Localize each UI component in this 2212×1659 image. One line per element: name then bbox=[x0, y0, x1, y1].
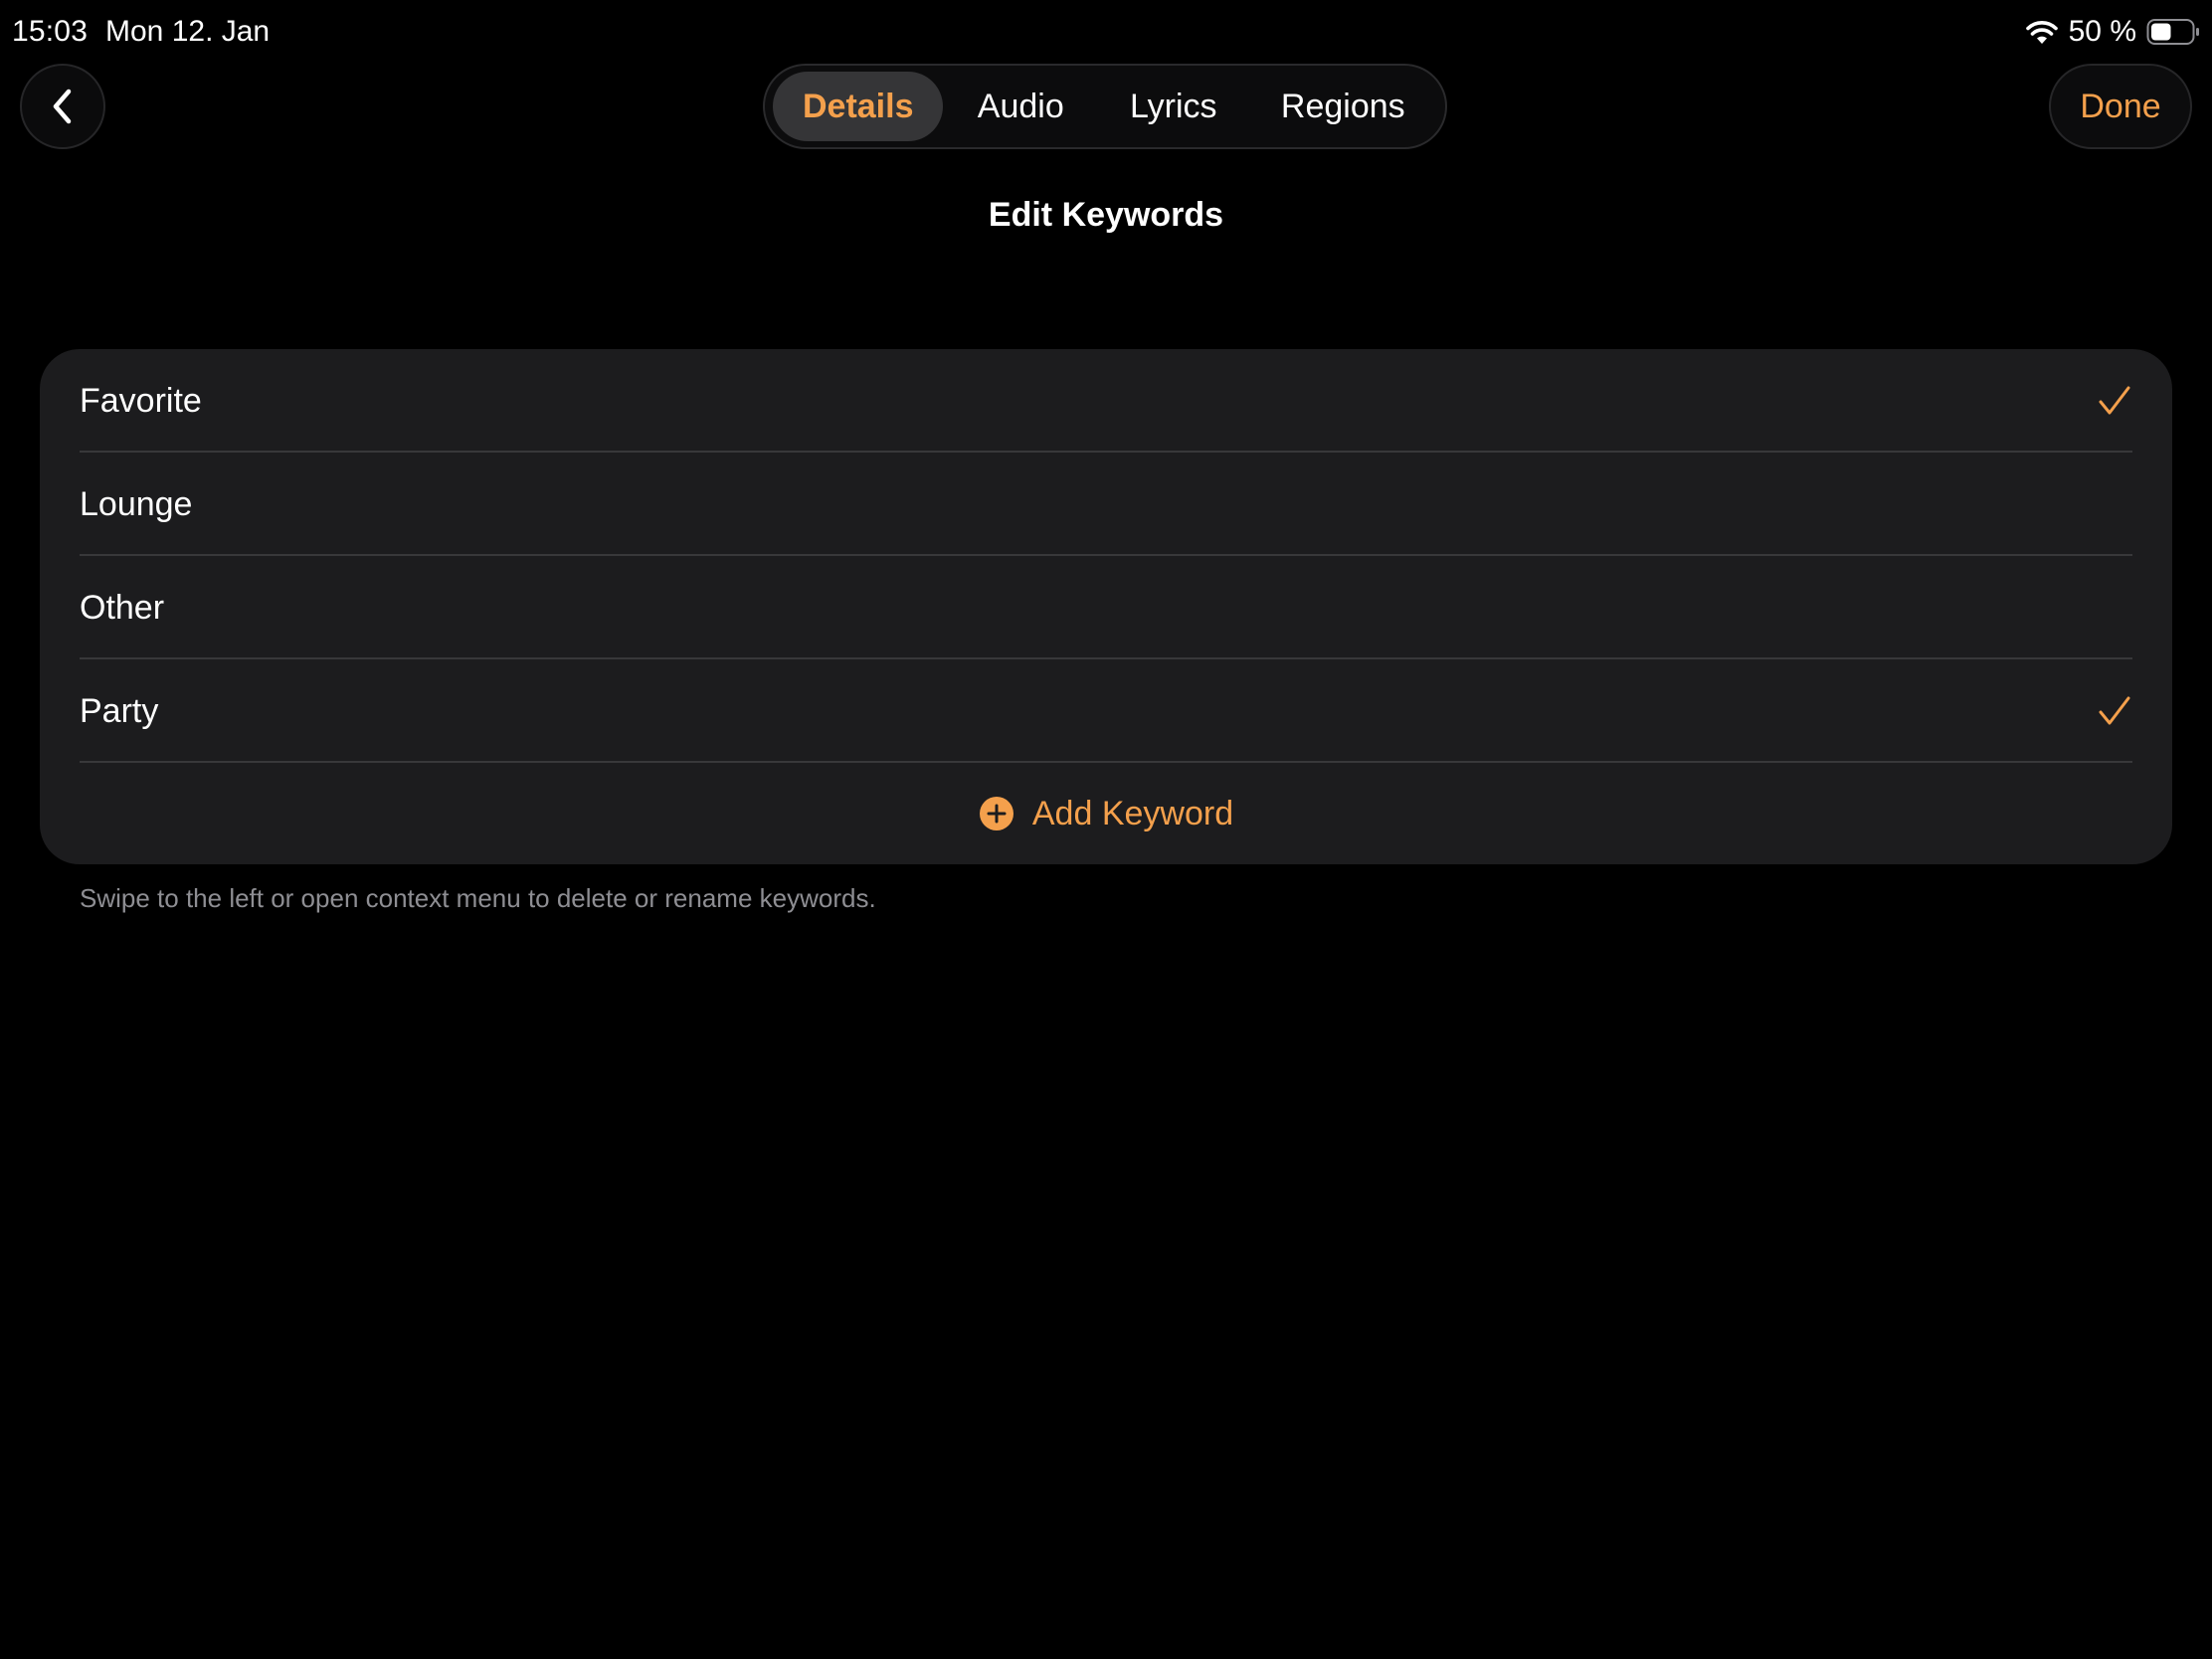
status-date: Mon 12. Jan bbox=[105, 15, 271, 48]
battery-icon bbox=[2146, 19, 2199, 45]
keyword-label: Favorite bbox=[80, 382, 202, 420]
tab-segmented-control: Details Audio Lyrics Regions bbox=[763, 64, 1447, 149]
status-time: 15:03 bbox=[12, 15, 89, 48]
status-indicators: 50 % bbox=[2025, 14, 2200, 50]
page-title: Edit Keywords bbox=[988, 196, 1224, 234]
keyword-label: Party bbox=[80, 692, 159, 730]
keyword-row-other[interactable]: Other bbox=[40, 556, 2172, 659]
footer-hint: Swipe to the left or open context menu t… bbox=[80, 883, 876, 913]
done-button[interactable]: Done bbox=[2049, 64, 2192, 149]
tab-lyrics[interactable]: Lyrics bbox=[1098, 72, 1249, 141]
add-keyword-label: Add Keyword bbox=[1031, 794, 1234, 832]
tab-regions[interactable]: Regions bbox=[1249, 72, 1437, 141]
keyword-label: Lounge bbox=[80, 485, 193, 523]
keyword-row-lounge[interactable]: Lounge bbox=[40, 453, 2172, 556]
chevron-left-icon bbox=[53, 89, 72, 124]
keyword-label: Other bbox=[80, 589, 165, 627]
battery-fill bbox=[2151, 23, 2171, 41]
wifi-icon bbox=[2025, 21, 2058, 44]
plus-circle-icon bbox=[979, 797, 1014, 830]
tab-audio[interactable]: Audio bbox=[943, 72, 1098, 141]
keyword-list: Favorite Lounge Other Party Add Keyword bbox=[40, 349, 2172, 864]
checkmark-icon bbox=[2099, 386, 2130, 415]
add-keyword-button[interactable]: Add Keyword bbox=[40, 763, 2172, 864]
checkmark-icon bbox=[2099, 696, 2130, 725]
back-button[interactable] bbox=[20, 64, 105, 149]
battery-percentage: 50 % bbox=[2068, 15, 2136, 48]
keyword-row-favorite[interactable]: Favorite bbox=[40, 349, 2172, 453]
keyword-row-party[interactable]: Party bbox=[40, 659, 2172, 763]
tab-details[interactable]: Details bbox=[773, 72, 944, 141]
